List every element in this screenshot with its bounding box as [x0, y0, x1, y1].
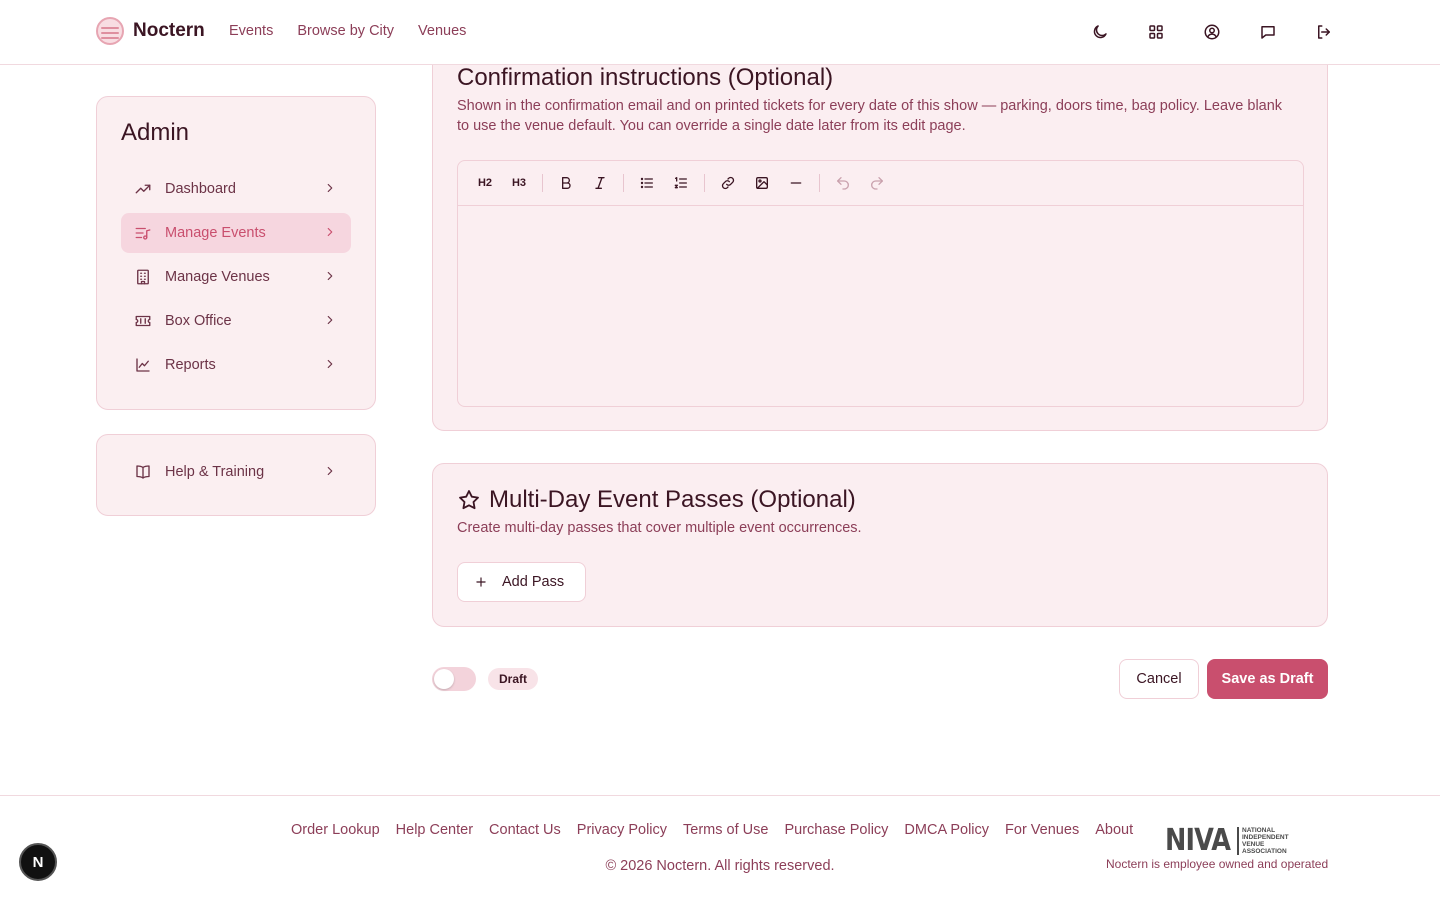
link-icon[interactable] [713, 168, 743, 198]
sidebar-item-manage-venues[interactable]: Manage Venues [121, 257, 351, 297]
editor-content-area[interactable] [458, 206, 1303, 406]
nav-events[interactable]: Events [229, 23, 273, 39]
footer-link-dmca-policy[interactable]: DMCA Policy [904, 822, 989, 838]
top-header: Noctern Events Browse by City Venues [0, 0, 1440, 65]
toggle-knob [434, 669, 454, 689]
sidebar-item-label: Dashboard [165, 181, 236, 197]
logo-mark-icon [96, 17, 124, 45]
redo-icon[interactable] [862, 168, 892, 198]
dev-tools-button[interactable]: N [19, 843, 57, 881]
toolbar-divider [819, 174, 820, 192]
bullet-list-icon[interactable] [632, 168, 662, 198]
rich-text-editor: H2 H3 [457, 160, 1304, 407]
toolbar-divider [542, 174, 543, 192]
footer-link-purchase-policy[interactable]: Purchase Policy [784, 822, 888, 838]
sidebar-item-label: Reports [165, 357, 216, 373]
moon-icon[interactable] [1088, 20, 1112, 44]
message-icon[interactable] [1256, 20, 1280, 44]
footer-link-privacy-policy[interactable]: Privacy Policy [577, 822, 667, 838]
help-card: Help & Training [96, 434, 376, 516]
logout-icon[interactable] [1312, 20, 1336, 44]
bold-icon[interactable] [551, 168, 581, 198]
chevron-right-icon [323, 181, 339, 197]
chevron-right-icon [323, 357, 339, 373]
niva-logo-wordmark: NIVA [1165, 823, 1231, 858]
toolbar-divider [623, 174, 624, 192]
section-title: Confirmation instructions (Optional) [457, 64, 834, 91]
add-pass-label: Add Pass [502, 574, 565, 590]
star-icon [459, 490, 479, 510]
chevron-right-icon [323, 225, 339, 241]
sidebar-item-label: Help & Training [165, 464, 265, 480]
line-chart-icon [133, 355, 153, 375]
brand-name: Noctern [133, 20, 205, 41]
list-music-icon [133, 223, 153, 243]
italic-icon[interactable] [585, 168, 615, 198]
save-as-draft-button[interactable]: Save as Draft [1207, 659, 1328, 699]
nav-venues[interactable]: Venues [418, 23, 466, 39]
heading-2-button[interactable]: H2 [470, 168, 500, 198]
section-title: Multi-Day Event Passes (Optional) [457, 486, 856, 514]
footer-link-contact-us[interactable]: Contact Us [489, 822, 561, 838]
sidebar-item-help-training[interactable]: Help & Training [121, 452, 351, 492]
undo-icon[interactable] [828, 168, 858, 198]
sidebar-item-label: Manage Events [165, 225, 266, 241]
ticket-icon [133, 311, 153, 331]
chevron-right-icon [323, 269, 339, 285]
footer-link-about[interactable]: About [1095, 822, 1133, 838]
nav-browse-by-city[interactable]: Browse by City [297, 23, 394, 39]
user-circle-icon[interactable] [1200, 20, 1224, 44]
niva-logo-subtext: NATIONAL INDEPENDENT VENUE ASSOCIATION [1237, 826, 1289, 855]
sidebar-item-manage-events[interactable]: Manage Events [121, 213, 351, 253]
image-icon[interactable] [747, 168, 777, 198]
footer-link-order-lookup[interactable]: Order Lookup [291, 822, 380, 838]
confirmation-instructions-card: Confirmation instructions (Optional) Sho… [432, 40, 1328, 431]
footer-link-for-venues[interactable]: For Venues [1005, 822, 1079, 838]
footer-link-terms-of-use[interactable]: Terms of Use [683, 822, 768, 838]
editor-toolbar: H2 H3 [458, 161, 1303, 206]
horizontal-rule-icon[interactable] [781, 168, 811, 198]
brand-logo[interactable]: Noctern [96, 17, 205, 45]
numbered-list-icon[interactable] [666, 168, 696, 198]
cancel-button[interactable]: Cancel [1119, 659, 1199, 699]
section-description: Shown in the confirmation email and on p… [457, 98, 1283, 134]
sidebar-item-reports[interactable]: Reports [121, 345, 351, 385]
trending-up-icon [133, 179, 153, 199]
sidebar-item-dashboard[interactable]: Dashboard [121, 169, 351, 209]
publish-toggle[interactable] [432, 667, 476, 691]
copyright: © 2026 Noctern. All rights reserved. [605, 858, 835, 874]
grid-icon[interactable] [1144, 20, 1168, 44]
niva-logo[interactable]: NIVA NATIONAL INDEPENDENT VENUE ASSOCIAT… [1165, 823, 1289, 858]
multi-day-passes-card: Multi-Day Event Passes (Optional) Create… [432, 463, 1328, 627]
sidebar-item-label: Manage Venues [165, 269, 270, 285]
status-badge: Draft [488, 668, 539, 690]
heading-3-button[interactable]: H3 [504, 168, 534, 198]
main-nav: Events Browse by City Venues [229, 23, 466, 39]
chevron-right-icon [323, 464, 339, 480]
sidebar-menu: Dashboard Manage Events Manage Venues Bo… [121, 169, 351, 389]
footer-link-help-center[interactable]: Help Center [396, 822, 473, 838]
plus-icon [476, 577, 486, 587]
section-description: Create multi-day passes that cover multi… [457, 520, 862, 536]
sidebar-item-box-office[interactable]: Box Office [121, 301, 351, 341]
admin-sidebar: Admin Dashboard Manage Events Manage Ven… [96, 96, 376, 410]
toolbar-divider [704, 174, 705, 192]
section-title-text: Multi-Day Event Passes (Optional) [489, 486, 856, 513]
footer: Order Lookup Help Center Contact Us Priv… [0, 795, 1440, 900]
add-pass-button[interactable]: Add Pass [457, 562, 586, 602]
chevron-right-icon [323, 313, 339, 329]
book-icon [133, 462, 153, 482]
building-icon [133, 267, 153, 287]
footer-links: Order Lookup Help Center Contact Us Priv… [291, 822, 1133, 838]
sidebar-title: Admin [121, 119, 190, 146]
header-actions [1088, 20, 1336, 44]
sidebar-item-label: Box Office [165, 313, 232, 329]
